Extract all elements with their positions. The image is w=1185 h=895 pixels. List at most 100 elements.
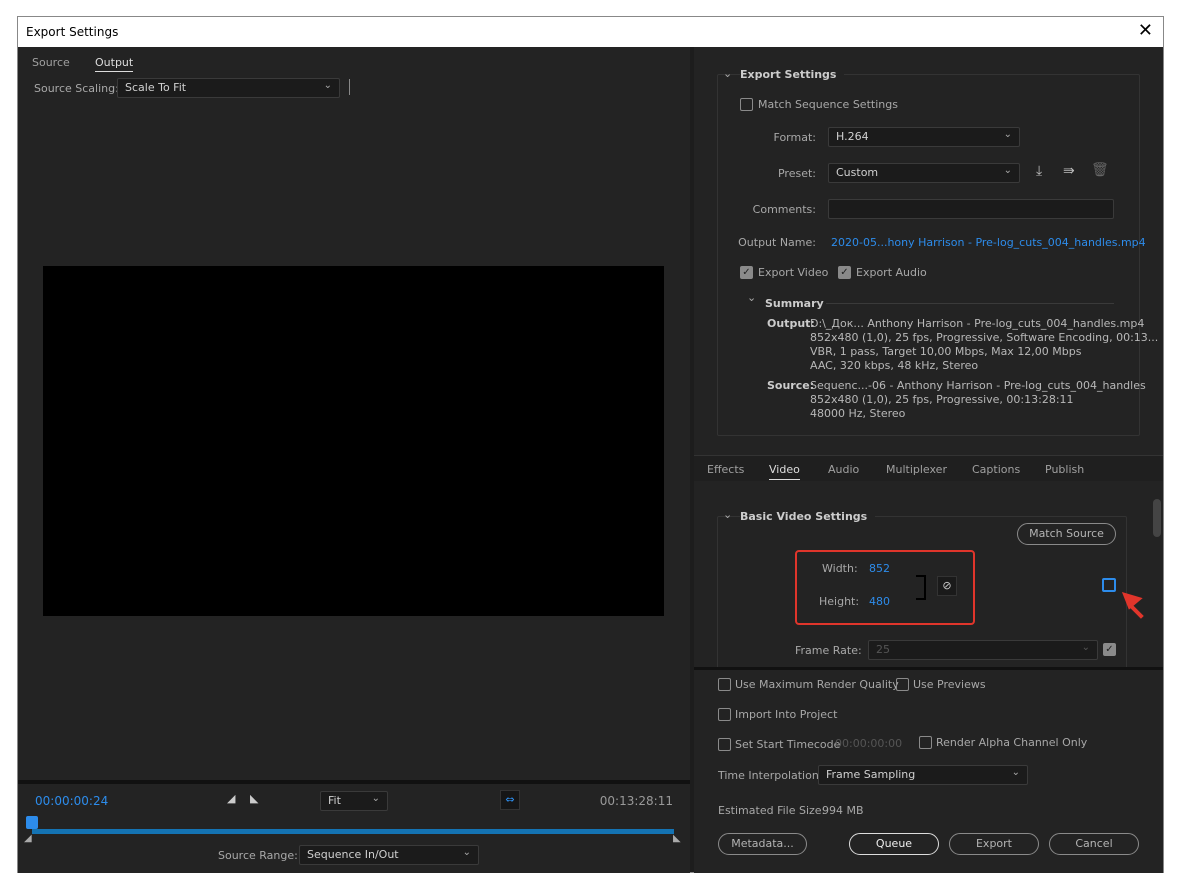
mark-out-icon[interactable]: ◣ xyxy=(250,792,258,805)
frame-rate-value: 25 xyxy=(876,643,890,656)
duration-timecode: 00:13:28:11 xyxy=(599,794,673,808)
import-project-checkbox[interactable] xyxy=(718,708,731,721)
file-size-value: 994 MB xyxy=(822,804,864,817)
width-input[interactable]: 852 xyxy=(869,562,890,575)
export-settings-panel: ⌄ Export Settings Match Sequence Setting… xyxy=(694,47,1163,455)
source-scaling-value: Scale To Fit xyxy=(125,81,187,94)
tab-multiplexer[interactable]: Multiplexer xyxy=(886,463,947,476)
export-audio-checkbox[interactable]: ✓ xyxy=(838,266,851,279)
current-timecode[interactable]: 00:00:00:24 xyxy=(35,794,108,808)
divider xyxy=(826,303,1114,304)
window-title: Export Settings xyxy=(26,25,119,39)
export-video-checkbox[interactable]: ✓ xyxy=(740,266,753,279)
use-previews-label: Use Previews xyxy=(913,678,986,691)
width-label: Width: xyxy=(822,562,858,575)
preset-label: Preset: xyxy=(777,167,816,180)
chevron-down-icon[interactable]: ⌄ xyxy=(723,508,732,521)
output-name-label: Output Name: xyxy=(738,236,816,249)
export-video-label: Export Video xyxy=(758,266,829,279)
basic-video-title: Basic Video Settings xyxy=(740,510,876,523)
start-timecode-label: Set Start Timecode xyxy=(735,738,841,751)
chevron-down-icon: ⌄ xyxy=(1003,129,1012,140)
export-audio-label: Export Audio xyxy=(856,266,927,279)
summary-output-label: Output: xyxy=(767,317,815,330)
tab-publish[interactable]: Publish xyxy=(1045,463,1084,476)
summary-source-text: Sequenc...-06 - Anthony Harrison - Pre-l… xyxy=(810,379,1146,420)
summary-title: Summary xyxy=(765,297,824,310)
unlink-aspect-icon[interactable]: ⊘ xyxy=(937,576,957,596)
settings-tabs: Effects Video Audio Multiplexer Captions… xyxy=(694,455,1163,481)
arrow-pointer-shaft xyxy=(1128,603,1144,619)
in-point-icon[interactable]: ◢ xyxy=(24,833,32,844)
render-alpha-checkbox[interactable] xyxy=(919,736,932,749)
chevron-down-icon: ⌄ xyxy=(1081,642,1090,653)
divider xyxy=(349,79,350,95)
scrollbar[interactable] xyxy=(1153,499,1161,537)
mark-in-icon[interactable]: ◢ xyxy=(227,792,235,805)
output-name-link[interactable]: 2020-05...hony Harrison - Pre-log_cuts_0… xyxy=(831,236,1146,249)
export-options-panel: Use Maximum Render Quality Use Previews … xyxy=(694,670,1163,873)
metadata-button[interactable]: Metadata... xyxy=(718,833,807,855)
chevron-down-icon: ⌄ xyxy=(462,847,471,858)
chevron-down-icon[interactable]: ⌄ xyxy=(723,67,732,80)
tab-captions[interactable]: Captions xyxy=(972,463,1020,476)
file-size-label: Estimated File Size: xyxy=(718,804,826,817)
save-preset-icon[interactable]: ⤓ xyxy=(1036,163,1042,179)
tab-effects[interactable]: Effects xyxy=(707,463,744,476)
format-value: H.264 xyxy=(836,130,869,143)
playhead-handle[interactable] xyxy=(26,816,38,829)
export-button[interactable]: Export xyxy=(949,833,1039,855)
timeline-range-bar[interactable] xyxy=(32,829,674,834)
queue-button[interactable]: Queue xyxy=(849,833,939,855)
time-interpolation-dropdown[interactable]: Frame Sampling ⌄ xyxy=(818,765,1028,785)
title-bar: Export Settings ✕ xyxy=(18,17,1163,47)
comments-input[interactable] xyxy=(828,199,1114,219)
preset-value: Custom xyxy=(836,166,879,179)
max-render-checkbox[interactable] xyxy=(718,678,731,691)
cancel-button[interactable]: Cancel xyxy=(1049,833,1139,855)
video-settings-panel: ⌄ Basic Video Settings Match Source Widt… xyxy=(694,481,1163,667)
tab-output[interactable]: Output xyxy=(95,56,134,72)
comments-label: Comments: xyxy=(752,203,816,216)
close-icon[interactable]: ✕ xyxy=(1138,20,1153,41)
source-range-value: Sequence In/Out xyxy=(307,848,399,861)
chevron-down-icon: ⌄ xyxy=(323,80,332,91)
match-sequence-checkbox[interactable] xyxy=(740,98,753,111)
tab-video[interactable]: Video xyxy=(769,463,800,480)
chevron-down-icon: ⌄ xyxy=(371,793,380,804)
use-previews-checkbox[interactable] xyxy=(896,678,909,691)
time-interpolation-value: Frame Sampling xyxy=(826,768,916,781)
chevron-down-icon[interactable]: ⌄ xyxy=(747,291,756,304)
divider xyxy=(18,780,690,784)
summary-output-text: D:\_Док... Anthony Harrison - Pre-log_cu… xyxy=(810,317,1159,372)
source-range-dropdown[interactable]: Sequence In/Out ⌄ xyxy=(299,845,479,865)
preview-panel: Source Output Source Scaling: Scale To F… xyxy=(18,47,690,873)
out-point-icon[interactable]: ◣ xyxy=(673,833,681,844)
fit-value: Fit xyxy=(328,794,341,807)
preset-dropdown[interactable]: Custom ⌄ xyxy=(828,163,1020,183)
frame-rate-dropdown[interactable]: 25 ⌄ xyxy=(868,640,1098,660)
frame-rate-label: Frame Rate: xyxy=(795,644,862,657)
frame-rate-checkbox[interactable]: ✓ xyxy=(1103,643,1116,656)
render-alpha-label: Render Alpha Channel Only xyxy=(936,736,1088,749)
source-scaling-dropdown[interactable]: Scale To Fit ⌄ xyxy=(117,78,340,98)
start-timecode-checkbox[interactable] xyxy=(718,738,731,751)
tab-audio[interactable]: Audio xyxy=(828,463,859,476)
format-label: Format: xyxy=(773,131,816,144)
match-source-button[interactable]: Match Source xyxy=(1017,523,1116,545)
start-timecode-input[interactable]: 00:00:00:00 xyxy=(835,737,902,750)
tab-source[interactable]: Source xyxy=(32,56,70,69)
zoom-fit-dropdown[interactable]: Fit ⌄ xyxy=(320,791,388,811)
format-dropdown[interactable]: H.264 ⌄ xyxy=(828,127,1020,147)
aspect-toggle-icon[interactable]: ⇔ xyxy=(500,790,520,810)
resize-checkbox[interactable] xyxy=(1102,578,1116,592)
import-project-label: Import Into Project xyxy=(735,708,838,721)
import-preset-icon[interactable]: ⇛ xyxy=(1063,163,1075,179)
max-render-label: Use Maximum Render Quality xyxy=(735,678,899,691)
delete-preset-icon[interactable]: 🗑 xyxy=(1091,162,1109,178)
height-label: Height: xyxy=(819,595,860,608)
export-settings-dialog: Export Settings ✕ Source Output Source S… xyxy=(17,16,1164,873)
source-scaling-label: Source Scaling: xyxy=(34,82,119,95)
source-range-label: Source Range: xyxy=(218,849,298,862)
height-input[interactable]: 480 xyxy=(869,595,890,608)
